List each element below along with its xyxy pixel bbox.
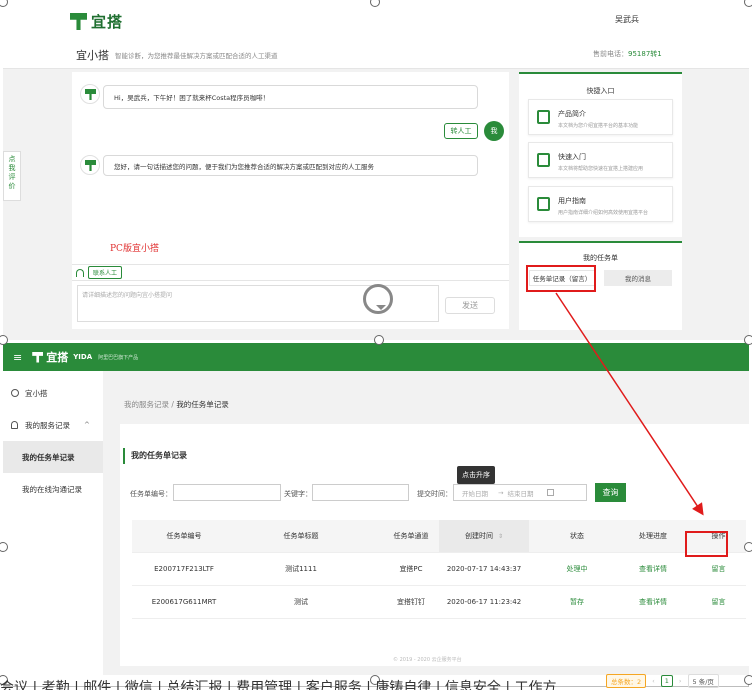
annotation-arrow — [555, 292, 704, 516]
resize-handle[interactable] — [744, 0, 752, 7]
resize-handle[interactable] — [744, 542, 752, 552]
resize-handle[interactable] — [744, 335, 752, 345]
resize-handle[interactable] — [374, 335, 384, 345]
bottom-category-strip: 会议 | 考勤 | 邮件 | 微信 | 总结汇报 | 费用管理 | 客户服务 |… — [0, 680, 557, 690]
